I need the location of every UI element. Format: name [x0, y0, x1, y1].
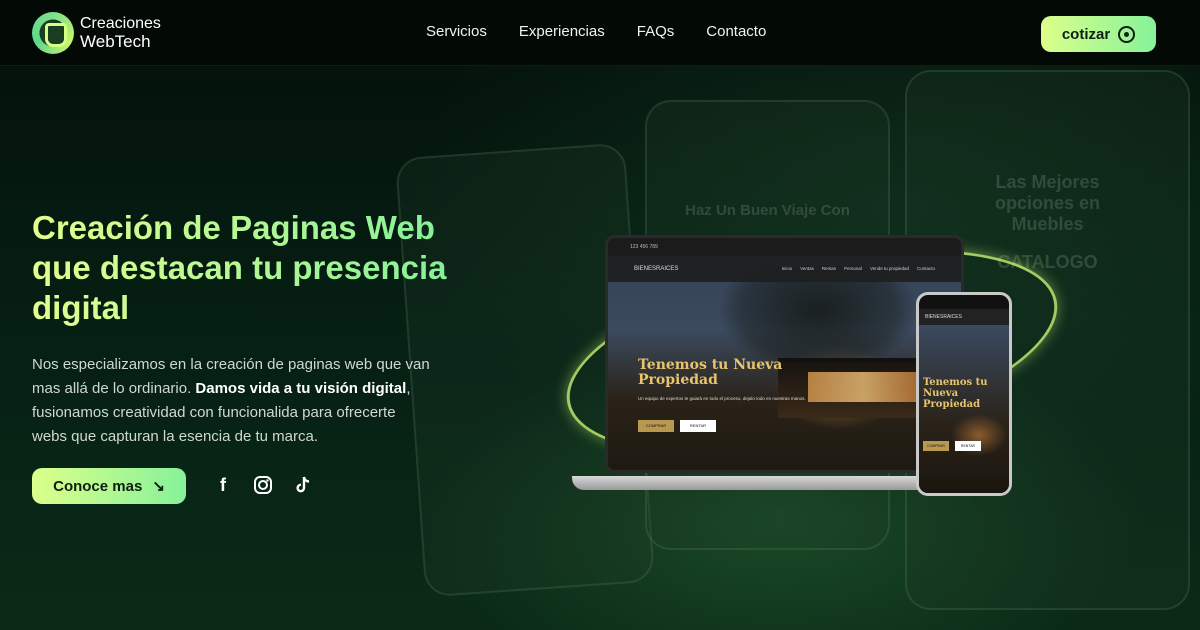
mock-subtext: Un equipo de expertos te guiará en todo … [638, 396, 806, 401]
mock-brand: BIENESRAICES [634, 266, 679, 272]
arrow-down-right-icon: ↘ [152, 478, 165, 495]
tiktok-icon[interactable] [292, 474, 314, 496]
background-phone-text: Las Mejores opciones en Muebles [994, 172, 1101, 234]
logo-icon [32, 12, 74, 54]
mock-menu-item: Contacto [916, 266, 935, 271]
phone-mockup: BIENESRAICES Tenemos tu Nueva Propiedad … [916, 292, 1012, 496]
brand-line1: Creaciones [80, 15, 161, 32]
laptop-mockup: 123 456 789 BIENESRAICES Inicio Ventas R… [605, 235, 964, 473]
hero-desc-strong: Damos vida a tu visión digital [195, 380, 407, 397]
mock-menu-item: Personal [844, 266, 862, 271]
nav-item-experiencias[interactable]: Experiencias [519, 23, 605, 40]
logo-text: Creaciones WebTech [80, 15, 161, 51]
laptop-screen: 123 456 789 BIENESRAICES Inicio Ventas R… [605, 235, 964, 473]
phone-buy-button: COMPRAR [923, 441, 949, 451]
mock-phone: 123 456 789 [630, 244, 658, 250]
mock-nav: BIENESRAICES Inicio Ventas Rentas Person… [608, 256, 961, 282]
nav-item-faqs[interactable]: FAQs [637, 23, 675, 40]
conoce-mas-button[interactable]: Conoce mas ↘ [32, 468, 186, 504]
phone-rent-button: RENTAR [955, 441, 981, 451]
phone-nav: BIENESRAICES [919, 309, 1009, 325]
phone-brand: BIENESRAICES [925, 314, 962, 320]
whatsapp-icon [1118, 25, 1136, 43]
brand-line2: WebTech [80, 32, 151, 51]
logo[interactable]: Creaciones WebTech [32, 12, 161, 54]
hero-title: Creación de Paginas Web que destacan tu … [32, 208, 462, 328]
instagram-icon[interactable] [252, 474, 274, 496]
hero-description: Nos especializamos en la creación de pag… [32, 353, 432, 449]
mock-menu-item: Rentas [821, 266, 837, 271]
conoce-mas-label: Conoce mas [53, 477, 143, 495]
mock-rent-button: RENTAR [680, 420, 716, 432]
main-nav: Servicios Experiencias FAQs Contacto [426, 23, 766, 40]
header: Creaciones WebTech Servicios Experiencia… [0, 0, 1200, 66]
mock-headline: Tenemos tu Nueva Propiedad [638, 357, 783, 388]
nav-item-contacto[interactable]: Contacto [706, 23, 766, 40]
mock-menu-item: Ventas [800, 266, 814, 271]
mock-topbar: 123 456 789 [608, 238, 961, 256]
phone-headline: Tenemos tu Nueva Propiedad [923, 377, 988, 410]
social-links: f [212, 474, 314, 496]
facebook-icon[interactable]: f [212, 474, 234, 496]
mock-menu-item: Vende tu propiedad [869, 266, 909, 271]
mock-menu-item: Inicio [781, 266, 793, 271]
cotizar-label: cotizar [1061, 25, 1111, 43]
nav-item-servicios[interactable]: Servicios [426, 23, 487, 40]
background-phone-text: Haz Un Buen Viaje Con [685, 202, 850, 219]
cotizar-button[interactable]: cotizar [1041, 16, 1156, 52]
mock-buy-button: COMPRAR [638, 420, 674, 432]
mock-menu: Inicio Ventas Rentas Personal Vende tu p… [782, 266, 935, 272]
